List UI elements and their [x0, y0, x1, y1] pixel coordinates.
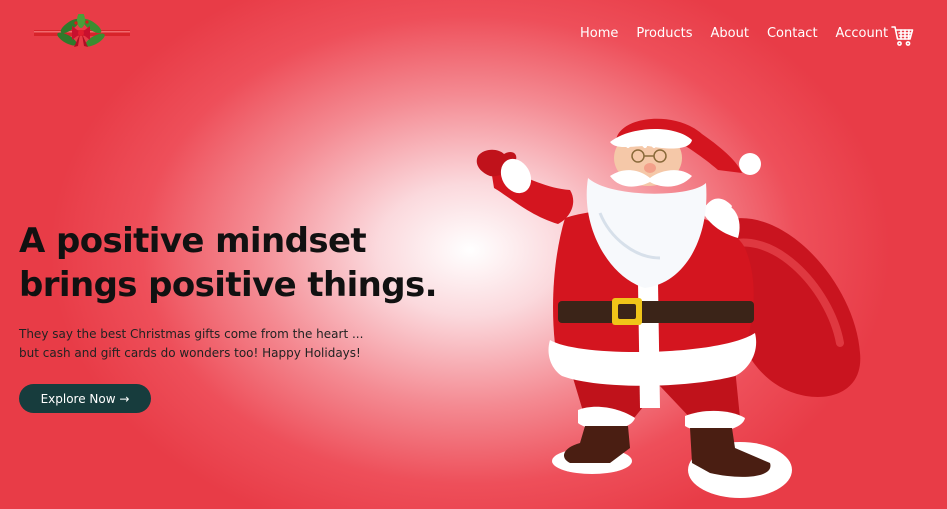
explore-now-button[interactable]: Explore Now → [19, 384, 151, 413]
hero-headline: A positive mindset brings positive things… [19, 219, 438, 307]
nav-about[interactable]: About [711, 26, 749, 41]
shopping-cart-icon[interactable] [891, 24, 915, 48]
hero-headline-line2: brings positive things. [19, 265, 438, 305]
nav-contact[interactable]: Contact [767, 26, 818, 41]
hero-subtext-line1: They say the best Christmas gifts come f… [19, 327, 364, 341]
nav-products[interactable]: Products [636, 26, 692, 41]
santa-claus-illustration [476, 118, 861, 498]
nav-account[interactable]: Account [836, 26, 889, 41]
nav-home[interactable]: Home [580, 26, 618, 41]
holly-bow-logo-icon[interactable] [34, 14, 130, 54]
main-nav: Home Products About Contact Account [580, 26, 906, 41]
hero-subtext-line2: but cash and gift cards do wonders too! … [19, 346, 361, 360]
hero-headline-line1: A positive mindset [19, 221, 367, 261]
hero-subtext: They say the best Christmas gifts come f… [19, 325, 363, 363]
